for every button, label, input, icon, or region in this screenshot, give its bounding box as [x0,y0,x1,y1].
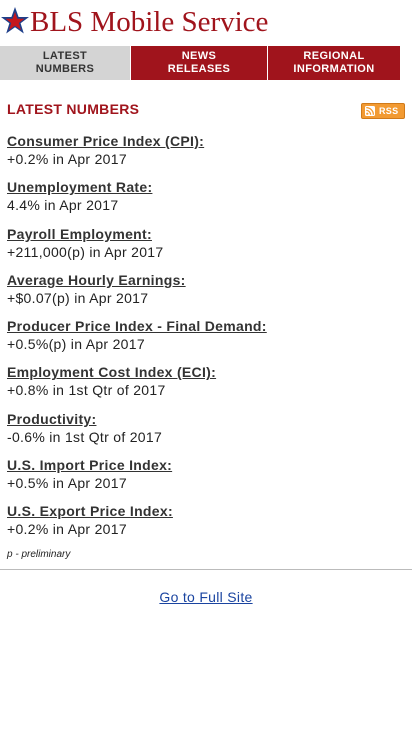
stat-link-cpi[interactable]: Consumer Price Index (CPI): [7,133,204,150]
rss-feed-icon [365,106,375,116]
tab-label-line2: RELEASES [167,63,231,75]
tab-news-releases[interactable]: NEWS RELEASES [131,46,268,80]
tab-label-line2: INFORMATION [293,63,375,75]
bls-star-logo-icon [1,7,29,34]
stat-value: +0.2% in Apr 2017 [7,151,127,167]
stat-link-productivity[interactable]: Productivity: [7,411,96,428]
tab-label-line1: LATEST [42,50,88,62]
stat-link-eci[interactable]: Employment Cost Index (ECI): [7,364,216,381]
stat-value: +211,000(p) in Apr 2017 [7,243,164,260]
stat-value: +0.8% in 1st Qtr of 2017 [7,382,166,399]
stat-link-ppi[interactable]: Producer Price Index - Final Demand: [7,318,267,335]
stat-value: 4.4% in Apr 2017 [7,197,119,214]
stat-value: +0.5%(p) in Apr 2017 [7,336,145,353]
list-item: Consumer Price Index (CPI): +0.2% in Apr… [7,133,407,179]
tab-label-line1: NEWS [181,50,217,62]
rss-button[interactable]: RSS [361,103,405,119]
stat-link-export-price[interactable]: U.S. Export Price Index: [7,503,173,520]
divider [0,569,412,570]
stat-value: +0.5% in Apr 2017 [7,475,127,492]
list-item: Productivity: -0.6% in 1st Qtr of 2017 [7,411,407,457]
main-tabs: LATEST NUMBERS NEWS RELEASES REGIONAL IN… [0,46,400,80]
list-item: U.S. Import Price Index: +0.5% in Apr 20… [7,457,407,503]
list-item: Average Hourly Earnings: +$0.07(p) in Ap… [7,272,407,318]
app-title: BLS Mobile Service [30,6,269,38]
latest-numbers-list: Consumer Price Index (CPI): +0.2% in Apr… [7,133,407,550]
stat-link-import-price[interactable]: U.S. Import Price Index: [7,457,172,474]
stat-value: +$0.07(p) in Apr 2017 [7,289,149,306]
tab-latest-numbers[interactable]: LATEST NUMBERS [0,46,131,80]
stat-link-unemployment[interactable]: Unemployment Rate: [7,179,152,196]
list-item: Unemployment Rate: 4.4% in Apr 2017 [7,179,407,225]
header: BLS Mobile Service [0,0,412,44]
full-site-container: Go to Full Site [0,589,412,607]
list-item: Producer Price Index - Final Demand: +0.… [7,318,407,364]
list-item: Payroll Employment: +211,000(p) in Apr 2… [7,226,407,272]
full-site-link[interactable]: Go to Full Site [159,589,252,605]
section-title: LATEST NUMBERS [7,101,140,117]
preliminary-footnote: p - preliminary [7,549,71,560]
tab-label-line1: REGIONAL [303,50,365,62]
tab-label-line2: NUMBERS [35,63,95,75]
stat-link-earnings[interactable]: Average Hourly Earnings: [7,272,186,289]
tab-regional-information[interactable]: REGIONAL INFORMATION [268,46,400,80]
stat-value: -0.6% in 1st Qtr of 2017 [7,428,163,445]
list-item: U.S. Export Price Index: +0.2% in Apr 20… [7,503,407,549]
stat-link-payroll[interactable]: Payroll Employment: [7,226,152,243]
list-item: Employment Cost Index (ECI): +0.8% in 1s… [7,364,407,410]
stat-value: +0.2% in Apr 2017 [7,521,127,538]
rss-label: RSS [379,106,399,116]
